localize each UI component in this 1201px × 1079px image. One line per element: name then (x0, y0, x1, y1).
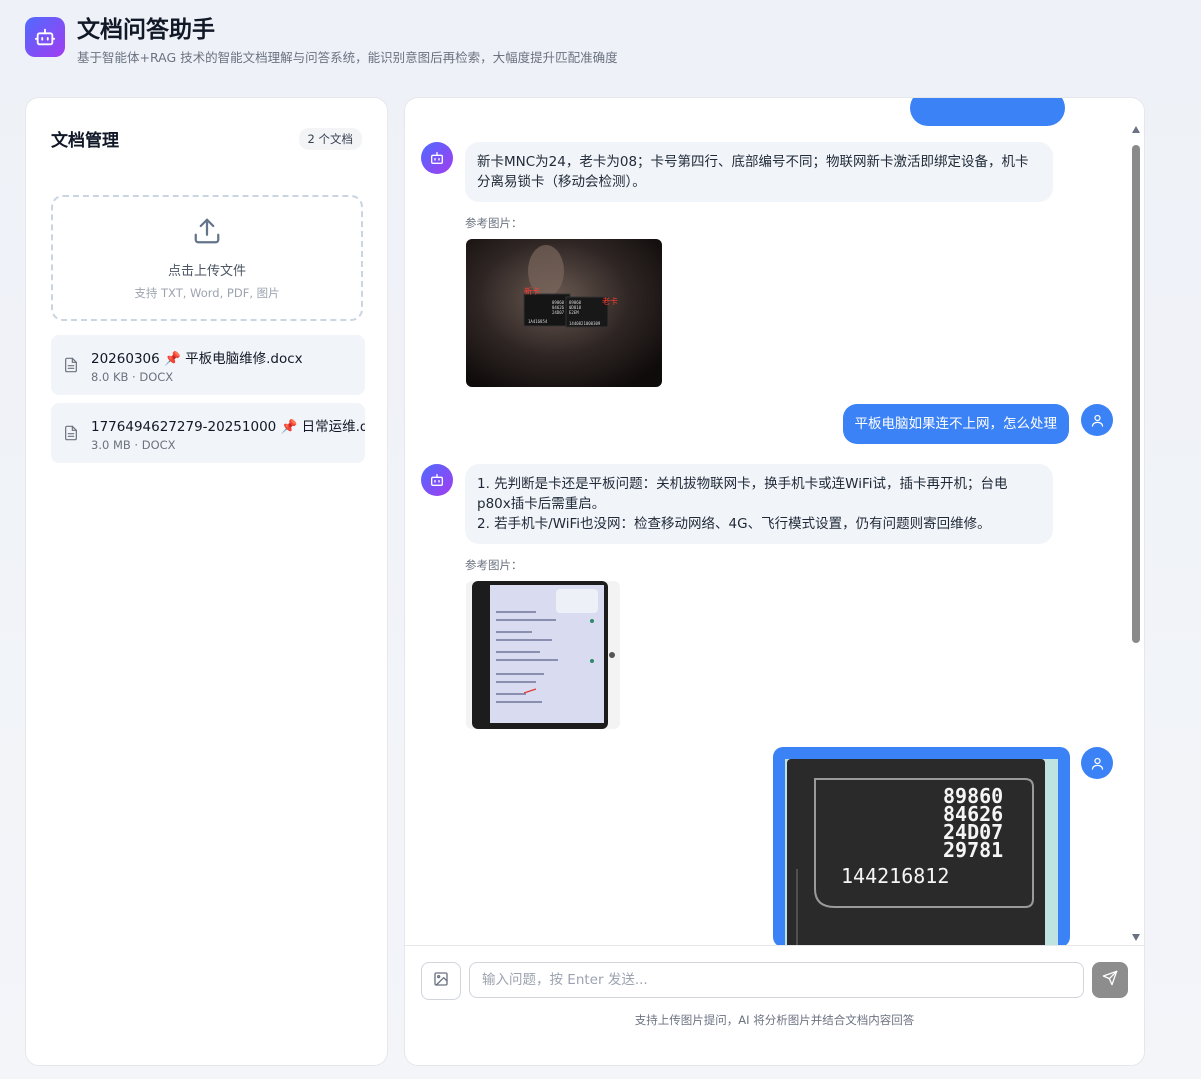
upload-hint: 支持 TXT, Word, PDF, 图片 (134, 285, 280, 300)
user-message-bubble (910, 98, 1065, 126)
app-title: 文档问答助手 (77, 17, 215, 43)
chat-messages[interactable]: 新卡MNC为24，老卡为08；卡号第四行、底部编号不同；物联网新卡激活即绑定设备… (405, 98, 1144, 945)
document-panel: 文档管理 2 个文档 点击上传文件 支持 TXT, Word, PDF, 图片 … (25, 97, 388, 1066)
bot-avatar-icon (421, 464, 453, 496)
robot-logo-icon (25, 17, 65, 57)
sim-number-line: 29781 (943, 838, 1004, 862)
scroll-up-arrow-icon[interactable] (1132, 126, 1140, 133)
old-card-label: 老卡 (602, 296, 618, 306)
bot-avatar-icon (421, 142, 453, 174)
user-message-bubble: 平板电脑如果连不上网，怎么处理 (842, 404, 1069, 444)
answer-line: 1. 先判断是卡还是平板问题：关机拔物联网卡，换手机卡或连WiFi试，插卡再开机… (477, 476, 1008, 512)
scrollbar-thumb[interactable] (1132, 145, 1140, 643)
file-icon (51, 357, 91, 373)
upload-label: 点击上传文件 (167, 263, 246, 279)
file-item[interactable]: 1776494627279-20251000 📌 日常运维.docx 3.0 M… (51, 403, 365, 463)
user-avatar-icon (1081, 747, 1113, 779)
composer: 支持上传图片提问，AI 将分析图片并结合文档内容回答 (405, 945, 1144, 1065)
question-input[interactable] (469, 962, 1084, 998)
send-icon (1102, 970, 1118, 990)
reference-image-tablet[interactable] (466, 581, 620, 729)
file-icon (51, 425, 91, 441)
image-icon (433, 971, 449, 991)
document-panel-title: 文档管理 (51, 131, 119, 151)
send-button[interactable] (1092, 962, 1128, 998)
app-subtitle: 基于智能体+RAG 技术的智能文档理解与问答系统，能识别意图后再检索，大幅度提升… (77, 50, 618, 65)
file-meta: 3.0 MB · DOCX (91, 437, 176, 452)
user-avatar-icon (1081, 404, 1113, 436)
composer-hint: 支持上传图片提问，AI 将分析图片并结合文档内容回答 (634, 1013, 915, 1027)
file-meta: 8.0 KB · DOCX (91, 369, 174, 384)
reference-image-sim-cards[interactable]: 89860 84626 24D07 1A416854 89860 0D818 E2EM 1… (466, 239, 662, 387)
app-header: 文档问答助手 基于智能体+RAG 技术的智能文档理解与问答系统，能识别意图后再检… (25, 17, 618, 67)
svg-text:24D07: 24D07 (552, 310, 565, 315)
sim-serial-number: 144216812 (841, 864, 950, 888)
reference-image-label: 参考图片： (465, 558, 523, 572)
file-name: 20260306 📌 平板电脑维修.docx (91, 350, 303, 367)
assistant-message-bubble: 1. 先判断是卡还是平板问题：关机拔物联网卡，换手机卡或连WiFi试，插卡再开机… (465, 464, 1053, 544)
chat-panel: 新卡MNC为24，老卡为08；卡号第四行、底部编号不同；物联网新卡激活即绑定设备… (404, 97, 1145, 1066)
svg-text:1A416854: 1A416854 (528, 319, 548, 324)
new-card-label: 新卡 (524, 286, 540, 296)
user-image-message[interactable]: 89860 84626 24D07 29781 144216812 (773, 747, 1070, 945)
upload-icon (192, 216, 222, 250)
scroll-down-arrow-icon[interactable] (1132, 934, 1140, 941)
reference-image-label: 参考图片： (465, 216, 523, 230)
document-count-badge: 2 个文档 (298, 127, 362, 150)
file-name: 1776494627279-20251000 📌 日常运维.docx (91, 418, 365, 435)
chat-scrollbar[interactable] (1129, 126, 1143, 941)
upload-dropzone[interactable]: 点击上传文件 支持 TXT, Word, PDF, 图片 (51, 195, 363, 321)
answer-line: 2. 若手机卡/WiFi也没网：检查移动网络、4G、飞行模式设置，仍有问题则寄回… (477, 516, 991, 532)
file-item[interactable]: 20260306 📌 平板电脑维修.docx 8.0 KB · DOCX (51, 335, 365, 395)
svg-text:E2EM: E2EM (569, 310, 579, 315)
svg-text:1440821000309: 1440821000309 (569, 321, 601, 326)
assistant-message-bubble: 新卡MNC为24，老卡为08；卡号第四行、底部编号不同；物联网新卡激活即绑定设备… (465, 142, 1053, 202)
upload-image-button[interactable] (421, 962, 461, 1000)
